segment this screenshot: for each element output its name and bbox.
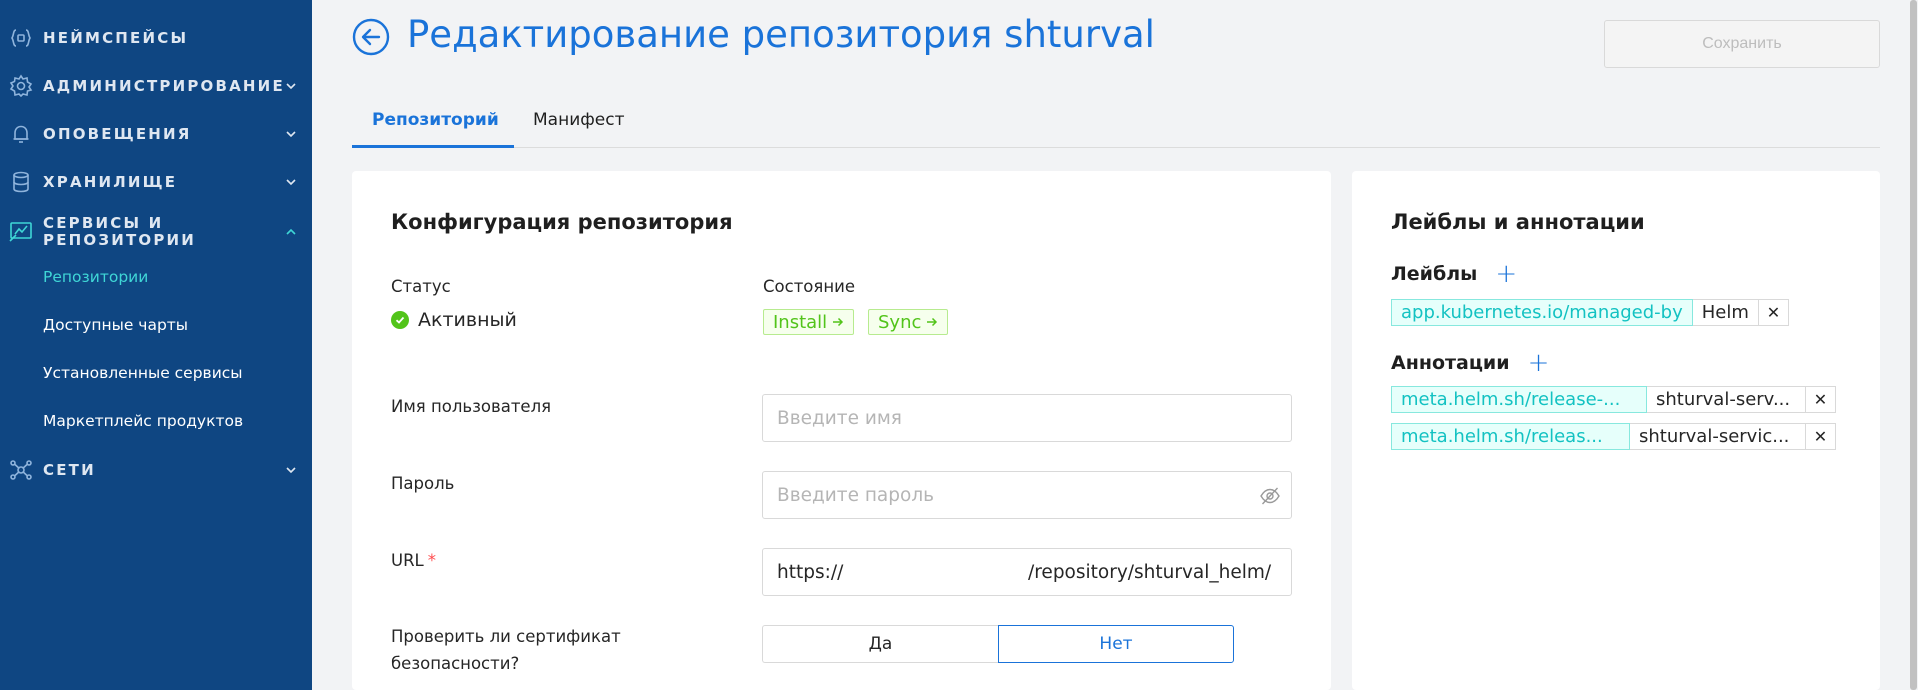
database-icon xyxy=(8,169,34,195)
nav-item-alerts[interactable]: Оповещения xyxy=(0,120,312,148)
labels-title: Лейблы xyxy=(1391,263,1478,285)
tls-yes-option[interactable]: Да xyxy=(762,625,998,663)
status-value: Активный xyxy=(391,309,517,331)
annotation-tag: meta.helm.sh/releas... shturval-servic..… xyxy=(1391,423,1836,450)
arrow-right-icon xyxy=(833,317,844,327)
nav-label: Хранилище xyxy=(43,173,178,191)
active-tab-indicator xyxy=(352,145,514,148)
annotation-key: meta.helm.sh/releas... xyxy=(1391,423,1630,450)
arrow-right-icon xyxy=(927,317,938,327)
state-tag-sync[interactable]: Sync xyxy=(868,309,949,335)
bell-icon xyxy=(8,121,34,147)
namespace-icon xyxy=(8,25,34,51)
add-annotation-button[interactable]: + xyxy=(1528,350,1550,376)
annotations-section-header: Аннотации + xyxy=(1391,350,1549,376)
url-value-start: https:// xyxy=(777,561,844,583)
url-label-text: URL xyxy=(391,551,424,570)
nav-item-administration[interactable]: Администрирование xyxy=(0,72,312,100)
annotation-value: shturval-servic... xyxy=(1630,423,1806,450)
state-tag-text: Install xyxy=(773,311,828,333)
annotation-tag: meta.helm.sh/release-... shturval-serv..… xyxy=(1391,386,1836,413)
tls-label-line1: Проверить ли сертификат xyxy=(391,627,621,646)
url-label: URL * xyxy=(391,551,436,570)
username-label: Имя пользователя xyxy=(391,397,552,416)
label-tag: app.kubernetes.io/managed-by Helm ✕ xyxy=(1391,299,1789,326)
sidebar-subitem-installed[interactable]: Установленные сервисы xyxy=(43,364,243,382)
tls-no-option[interactable]: Нет xyxy=(998,625,1234,663)
nav-label: Оповещения xyxy=(43,125,192,143)
nav-label: Сети xyxy=(43,461,96,479)
password-placeholder: Введите пароль xyxy=(777,484,935,506)
tabs-divider xyxy=(352,147,1880,148)
state-label: Состояние xyxy=(763,277,855,296)
nav-label: Администрирование xyxy=(43,77,285,95)
annotations-title: Аннотации xyxy=(1391,352,1510,374)
labels-section-header: Лейблы + xyxy=(1391,261,1517,287)
label-value: Helm xyxy=(1692,299,1759,326)
url-value-end: /repository/shturval_helm/ xyxy=(1028,561,1272,583)
nav-label: Сервисы и репозитории xyxy=(43,214,197,249)
scrollbar-thumb[interactable] xyxy=(1910,0,1917,690)
config-card-title: Конфигурация репозитория xyxy=(391,210,733,234)
nav-label: Неймспейсы xyxy=(43,29,189,47)
sidebar-subitem-charts[interactable]: Доступные чарты xyxy=(43,316,188,334)
chevron-down-icon xyxy=(286,467,296,474)
back-button[interactable] xyxy=(352,18,390,56)
required-mark: * xyxy=(427,551,436,570)
status-text: Активный xyxy=(418,309,517,331)
save-button[interactable]: Сохранить xyxy=(1604,20,1880,68)
tls-label-line2: безопасности? xyxy=(391,654,520,673)
nav-item-namespaces[interactable]: Неймспейсы xyxy=(0,24,312,52)
tab-manifest[interactable]: Манифест xyxy=(533,110,625,130)
status-label: Статус xyxy=(391,277,451,296)
sidebar-subitem-repositories[interactable]: Репозитории xyxy=(43,268,148,286)
gear-icon xyxy=(8,73,34,99)
annotation-value: shturval-serv... xyxy=(1647,386,1806,413)
network-icon xyxy=(8,457,34,483)
check-circle-icon xyxy=(391,311,409,329)
close-icon[interactable]: ✕ xyxy=(1758,299,1789,326)
meta-card-title: Лейблы и аннотации xyxy=(1391,210,1645,234)
chevron-down-icon xyxy=(286,179,296,186)
username-placeholder: Введите имя xyxy=(777,407,902,429)
username-input[interactable]: Введите имя xyxy=(762,394,1292,442)
password-input[interactable]: Введите пароль xyxy=(762,471,1292,519)
close-icon[interactable]: ✕ xyxy=(1806,423,1836,450)
eye-invisible-icon[interactable] xyxy=(1259,485,1281,507)
chevron-down-icon xyxy=(286,83,296,90)
services-icon xyxy=(8,219,34,245)
annotation-key: meta.helm.sh/release-... xyxy=(1391,386,1647,413)
nav-item-networks[interactable]: Сети xyxy=(0,456,312,484)
nav-item-services[interactable]: Сервисы и репозитории xyxy=(0,212,312,252)
chevron-up-icon xyxy=(286,228,296,235)
sidebar-subitem-marketplace[interactable]: Маркетплейс продуктов xyxy=(43,412,243,430)
page-title: Редактирование репозитория shturval xyxy=(407,13,1155,56)
url-input[interactable]: https:// /repository/shturval_helm/ xyxy=(762,548,1292,596)
tab-repository[interactable]: Репозиторий xyxy=(372,110,499,130)
label-key: app.kubernetes.io/managed-by xyxy=(1391,299,1693,326)
add-label-button[interactable]: + xyxy=(1495,261,1517,287)
sidebar: Неймспейсы Администрирование Оповещения … xyxy=(0,0,312,690)
state-tag-install[interactable]: Install xyxy=(763,309,855,335)
state-tag-text: Sync xyxy=(878,311,922,333)
arrow-left-circle-icon xyxy=(352,18,390,56)
password-label: Пароль xyxy=(391,474,455,493)
chevron-down-icon xyxy=(286,131,296,138)
nav-item-storage[interactable]: Хранилище xyxy=(0,168,312,196)
close-icon[interactable]: ✕ xyxy=(1806,386,1836,413)
